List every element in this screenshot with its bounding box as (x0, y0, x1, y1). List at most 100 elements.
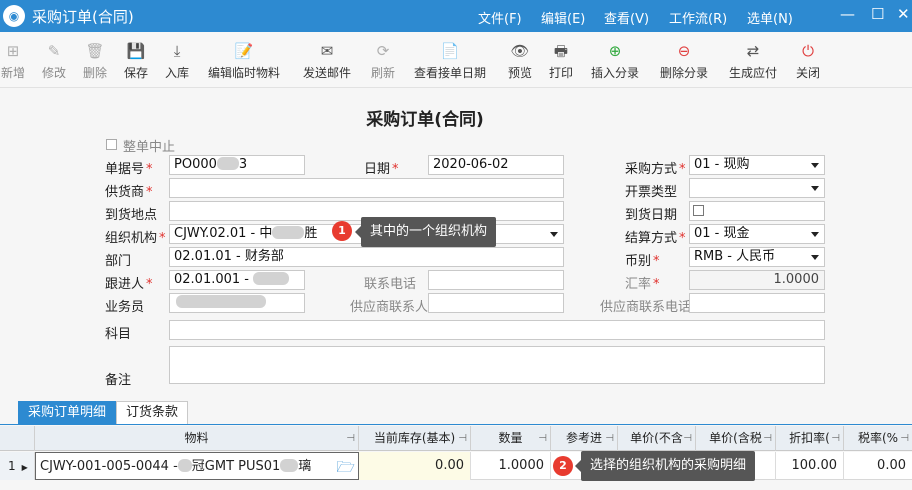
menu-workflow[interactable]: 工作流(R) (669, 8, 727, 27)
currency-select[interactable]: RMB - 人民币 (689, 247, 825, 267)
view-date-icon: 📄 (440, 42, 460, 60)
arrival-date-input[interactable] (689, 201, 825, 221)
pin-icon: ⊣ (900, 433, 909, 444)
new-button[interactable]: ⊞ 新增 (1, 42, 25, 81)
supplier-phone-input[interactable] (689, 293, 825, 313)
menu-select[interactable]: 选单(N) (747, 8, 793, 27)
date-label: 日期 * (364, 162, 399, 177)
title-bar: ◉ 采购订单(合同) 文件(F) 编辑(E) 查看(V) 工作流(R) 选单(N… (0, 0, 912, 32)
menu-file[interactable]: 文件(F) (478, 8, 522, 27)
remark-label: 备注 (105, 373, 132, 388)
menu-view[interactable]: 查看(V) (604, 8, 649, 27)
stock-cell[interactable]: 0.00 (359, 452, 471, 480)
refresh-icon: ⟳ (376, 42, 390, 60)
pin-icon: ⊣ (538, 433, 547, 444)
callout-2-tooltip: 选择的组织机构的采购明细 (574, 451, 756, 481)
inbound-button[interactable]: ⤓ 入库 (165, 42, 189, 81)
arrival-date-checkbox[interactable] (693, 205, 704, 216)
delete-button[interactable]: 🗑 删除 (83, 42, 107, 81)
stop-all-label: 整单中止 (123, 140, 176, 155)
toolbar: ⊞ 新增 ✎ 修改 🗑 删除 💾 保存 ⤓ 入库 📝 编辑临时物料 ✉ 发送邮件 ⟳ 刷新 📄 查… (0, 32, 912, 88)
app-logo-icon: ◉ (3, 5, 25, 27)
menu-edit[interactable]: 编辑(E) (541, 8, 585, 27)
col-tax-rate[interactable]: 税率(% ⊣ (844, 426, 912, 451)
phone-label: 联系电话 (364, 277, 417, 292)
insert-row-button[interactable]: ⊕ 插入分录 (591, 42, 639, 81)
col-unit-price-inc-tax[interactable]: 单价(含税 ⊣ (696, 426, 776, 451)
dept-input[interactable]: 02.01.01 - 财务部 (169, 247, 564, 267)
stop-all-checkbox[interactable] (106, 139, 117, 150)
grid-header: 物料 ⊣ 当前库存(基本) ⊣ 数量 ⊣ 参考进 ⊣ 单价(不含 ⊣ 单价(含税 ⊣ 折扣率… (0, 426, 912, 451)
window-title: 采购订单(合同) (32, 8, 134, 26)
form-title: 采购订单(合同) (366, 110, 484, 130)
delete-row-icon: ⊖ (677, 42, 691, 60)
edit-material-icon: 📝 (234, 42, 254, 60)
generate-payable-button[interactable]: ⇄ 生成应付 (729, 42, 777, 81)
send-mail-button[interactable]: ✉ 发送邮件 (303, 42, 351, 81)
row-index-header (0, 426, 35, 451)
col-ref-price[interactable]: 参考进 ⊣ (551, 426, 618, 451)
follower-label: 跟进人 * (105, 277, 153, 292)
purchase-method-label: 采购方式 * (625, 162, 686, 177)
save-icon: 💾 (126, 42, 146, 60)
refresh-button[interactable]: ⟳ 刷新 (371, 42, 395, 81)
close-window-button[interactable]: ✕ (897, 5, 910, 23)
col-discount-rate[interactable]: 折扣率(⊣ (776, 426, 844, 451)
maximize-button[interactable]: ☐ (871, 5, 884, 23)
follower-input[interactable]: 02.01.001 - (169, 270, 305, 290)
col-unit-price-ex-tax[interactable]: 单价(不含 ⊣ (618, 426, 696, 451)
pin-icon: ⊣ (763, 433, 772, 444)
bill-no-input[interactable]: PO000 3 (169, 155, 305, 175)
modify-button[interactable]: ✎ 修改 (42, 42, 66, 81)
currency-label: 币别 * (625, 254, 660, 269)
subject-label: 科目 (105, 327, 132, 342)
rate-input[interactable]: 1.0000 (689, 270, 825, 290)
rate-label: 汇率 * (625, 277, 660, 292)
preview-button[interactable]: 👁 预览 (508, 42, 532, 81)
pin-icon: ⊣ (683, 433, 692, 444)
callout-2-badge: 2 (553, 456, 573, 476)
delivery-place-label: 到货地点 (105, 208, 158, 223)
date-input[interactable]: 2020-06-02 (428, 155, 564, 175)
salesman-input[interactable] (169, 293, 305, 313)
pin-icon: ⊣ (458, 433, 467, 444)
inbound-icon: ⤓ (173, 42, 181, 60)
col-qty[interactable]: 数量 ⊣ (471, 426, 551, 451)
phone-input[interactable] (428, 270, 564, 290)
save-button[interactable]: 💾 保存 (124, 42, 148, 81)
callout-1-badge: 1 (332, 221, 352, 241)
pin-icon: ⊣ (605, 433, 614, 444)
folder-icon[interactable]: 🗁 (336, 453, 355, 479)
col-stock[interactable]: 当前库存(基本) ⊣ (359, 426, 471, 451)
close-button[interactable]: ⏻ 关闭 (796, 42, 820, 81)
supplier-contact-input[interactable] (428, 293, 564, 313)
plus-doc-icon: ⊞ (6, 42, 20, 60)
view-order-date-button[interactable]: 📄 查看接单日期 (414, 42, 486, 81)
delete-row-button[interactable]: ⊖ 删除分录 (660, 42, 708, 81)
tax-rate-cell[interactable]: 0.00 (844, 452, 912, 480)
subject-input[interactable] (169, 320, 825, 340)
power-icon: ⏻ (802, 42, 814, 60)
discount-rate-cell[interactable]: 100.00 (776, 452, 844, 480)
tab-order-details[interactable]: 采购订单明细 (18, 401, 117, 425)
print-button[interactable]: 🖶 打印 (549, 42, 573, 81)
edit-temp-material-button[interactable]: 📝 编辑临时物料 (208, 42, 280, 81)
purchase-method-select[interactable]: 01 - 现购 (689, 155, 825, 175)
edit-icon: ✎ (47, 42, 61, 60)
qty-cell[interactable]: 1.0000 (471, 452, 551, 480)
table-row[interactable]: 1 ▶ CJWY-001-005-0044 - 冠GMT PUS01 璃 🗁 0.00… (0, 452, 912, 480)
col-material[interactable]: 物料 ⊣ (35, 426, 359, 451)
mail-icon: ✉ (320, 42, 334, 60)
remark-textarea[interactable] (169, 346, 825, 384)
invoice-type-select[interactable] (689, 178, 825, 198)
settlement-select[interactable]: 01 - 现金 (689, 224, 825, 244)
supplier-input[interactable] (169, 178, 564, 198)
minimize-button[interactable]: — (840, 5, 855, 23)
row-index: 1 ▶ (0, 452, 35, 480)
tab-underline (0, 424, 912, 425)
tab-order-terms[interactable]: 订货条款 (116, 401, 189, 425)
material-cell[interactable]: CJWY-001-005-0044 - 冠GMT PUS01 璃 🗁 (35, 452, 359, 480)
salesman-label: 业务员 (105, 300, 145, 315)
supplier-contact-label: 供应商联系人 (350, 300, 429, 315)
supplier-label: 供货商 * (105, 185, 153, 200)
